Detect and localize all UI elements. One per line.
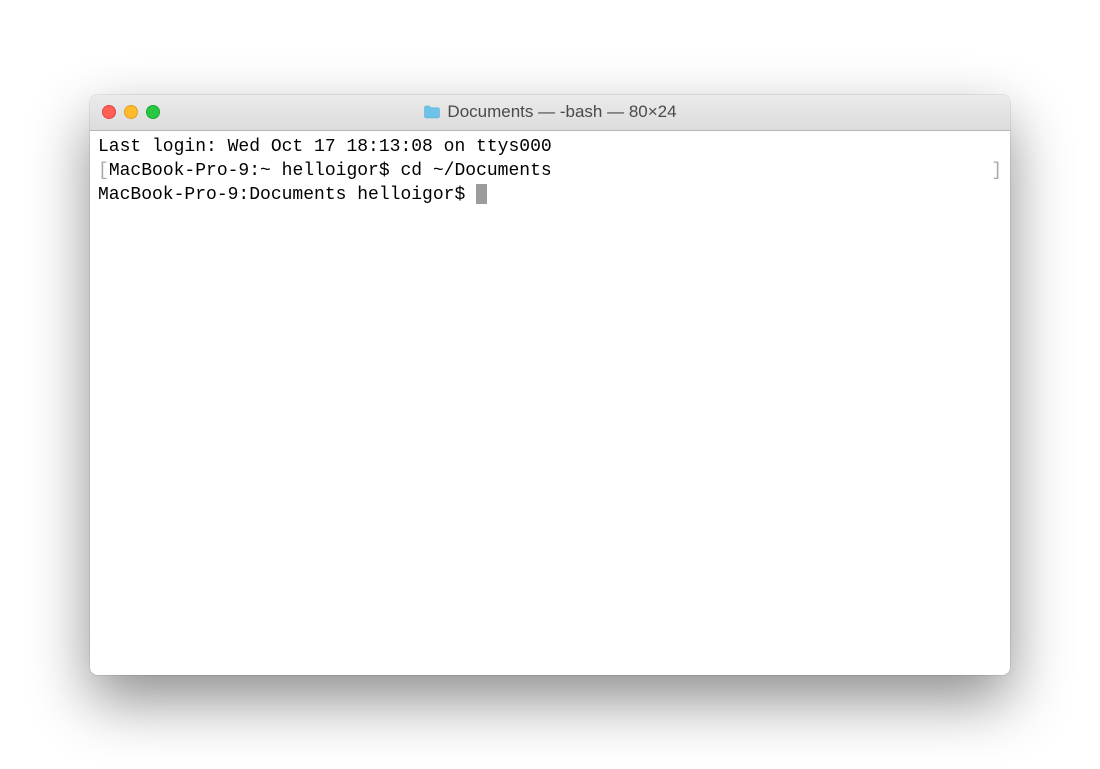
cursor <box>476 184 487 204</box>
window-title-container: Documents — -bash — 80×24 <box>90 102 1010 122</box>
bracket-right: ] <box>991 159 1002 183</box>
terminal-body[interactable]: Last login: Wed Oct 17 18:13:08 on ttys0… <box>90 131 1010 675</box>
line-text: Last login: Wed Oct 17 18:13:08 on ttys0… <box>98 137 552 157</box>
minimize-button[interactable] <box>124 105 138 119</box>
terminal-line: [MacBook-Pro-9:~ helloigor$ cd ~/Documen… <box>98 159 1002 183</box>
prompt: MacBook-Pro-9:~ helloigor$ <box>109 161 401 181</box>
command-text: cd ~/Documents <box>400 161 551 181</box>
maximize-button[interactable] <box>146 105 160 119</box>
close-button[interactable] <box>102 105 116 119</box>
terminal-line: Last login: Wed Oct 17 18:13:08 on ttys0… <box>98 135 1002 159</box>
bracket-left: [ <box>98 161 109 181</box>
prompt: MacBook-Pro-9:Documents helloigor$ <box>98 185 476 205</box>
window-title: Documents — -bash — 80×24 <box>447 102 676 122</box>
terminal-line: MacBook-Pro-9:Documents helloigor$ <box>98 183 1002 207</box>
traffic-lights <box>102 105 160 119</box>
terminal-window: Documents — -bash — 80×24 Last login: We… <box>90 95 1010 675</box>
folder-icon <box>423 105 441 119</box>
window-titlebar[interactable]: Documents — -bash — 80×24 <box>90 95 1010 131</box>
